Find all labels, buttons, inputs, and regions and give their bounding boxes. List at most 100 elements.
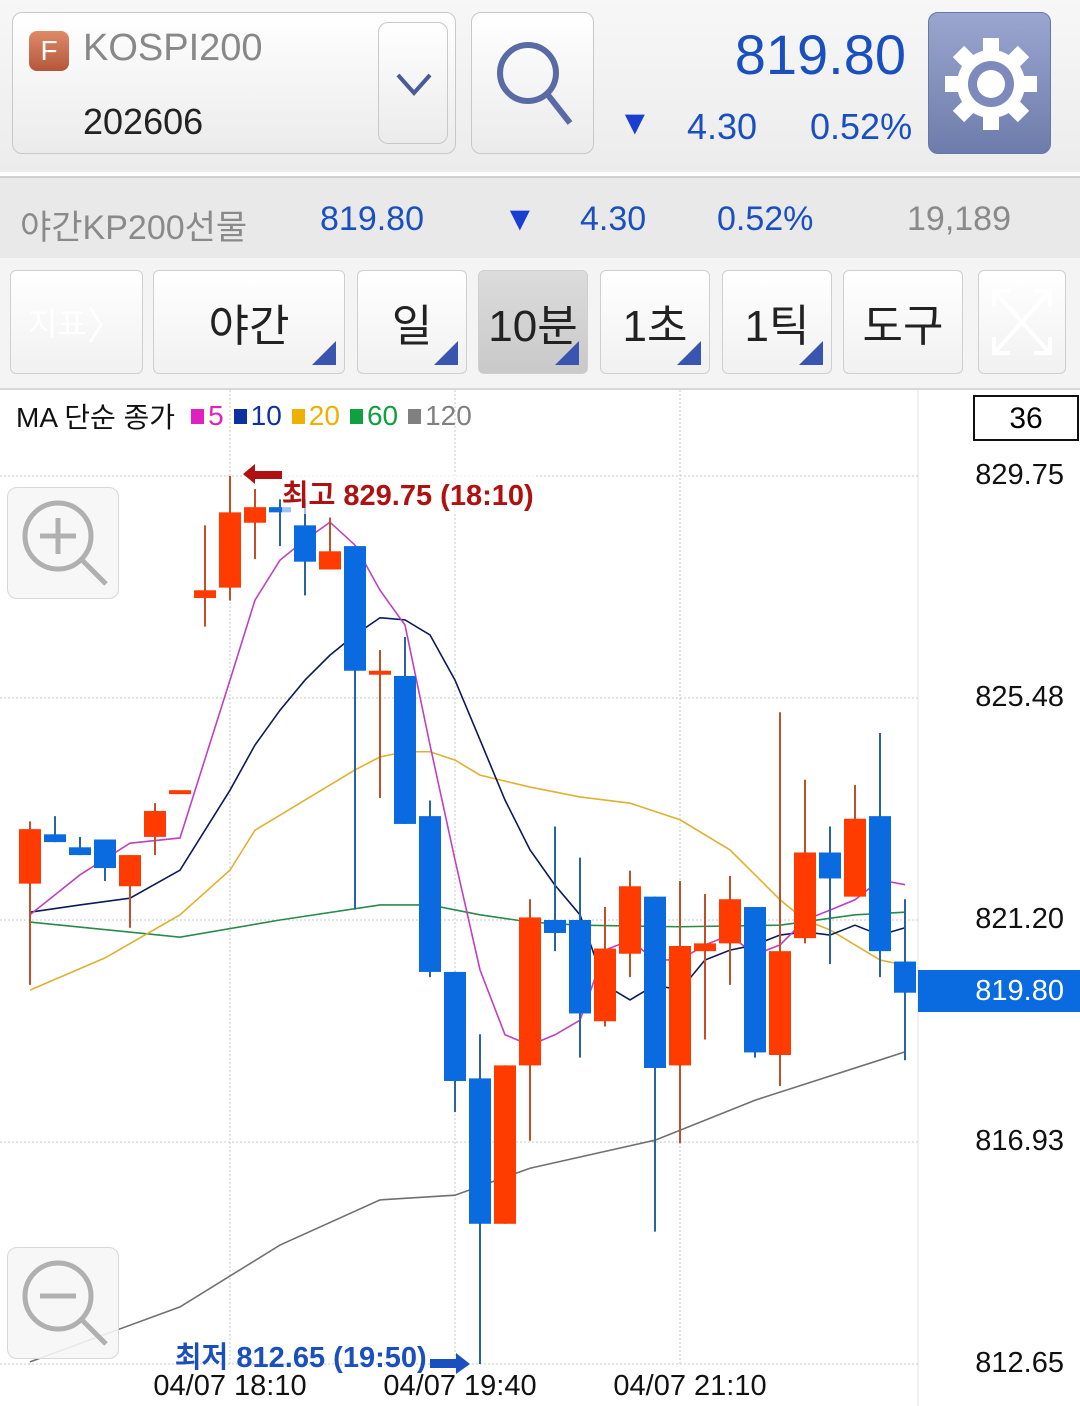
zoom-in-icon: [22, 500, 108, 586]
summary-change-pct: 0.52%: [717, 200, 814, 238]
candle-down: [94, 839, 116, 869]
candle-up: [169, 790, 191, 795]
tab-1sec[interactable]: 1초: [600, 270, 710, 374]
contract-month: 202606: [83, 101, 204, 142]
tab-night[interactable]: 야간: [153, 270, 345, 374]
candle-up: [369, 670, 391, 675]
candle-up: [19, 829, 41, 884]
candle-up: [319, 551, 341, 570]
high-price-label: 최고 829.75 (18:10): [282, 472, 534, 514]
dropdown-corner-icon: [799, 341, 823, 365]
candle-up: [694, 943, 716, 952]
candle-down: [869, 816, 891, 952]
tab-10min[interactable]: 10분: [478, 270, 588, 374]
price-change: 4.30: [687, 106, 758, 147]
expand-icon: [992, 289, 1052, 355]
instrument-name: 야간KP200선물: [20, 209, 248, 247]
candle-down: [444, 971, 466, 1081]
legend-ma60: 60: [366, 400, 399, 431]
down-arrow-icon: ▼: [503, 200, 537, 238]
candle-down: [419, 816, 441, 972]
dropdown-corner-icon: [434, 341, 458, 365]
indicator-button[interactable]: 지표 〉: [10, 270, 143, 374]
candle-up: [619, 886, 641, 954]
legend-swatch: [233, 408, 247, 424]
search-button[interactable]: [471, 12, 594, 154]
x-tick: 04/07 18:10: [153, 1370, 307, 1402]
candle-down: [819, 852, 841, 879]
candle-up: [194, 590, 216, 599]
candle-down: [469, 1078, 491, 1224]
high-arrow-icon: [243, 464, 282, 484]
candle-up: [244, 507, 266, 523]
quote-summary-bar: 야간KP200선물 819.80 ▼ 4.30 0.52% 19,189: [0, 176, 1080, 258]
summary-price: 819.80: [320, 200, 424, 238]
x-tick: 04/07 21:10: [613, 1370, 767, 1402]
candle-up: [119, 855, 141, 887]
legend-swatch: [349, 408, 363, 424]
candle-down: [744, 907, 766, 1053]
legend-swatch: [291, 408, 305, 424]
settings-button[interactable]: [928, 12, 1051, 154]
candle-down: [544, 920, 566, 933]
zoom-out-button[interactable]: [7, 1247, 119, 1359]
symbol-selector[interactable]: F KOSPI200 202606: [12, 12, 456, 154]
tools-button[interactable]: 도구: [843, 270, 963, 374]
candle-up: [794, 852, 816, 939]
futures-badge-icon: F: [29, 31, 69, 71]
current-price-marker: 819.80: [918, 970, 1080, 1012]
ma120-line: [29, 1051, 906, 1363]
dropdown-corner-icon: [312, 341, 336, 365]
legend-ma5: 5: [208, 400, 224, 431]
legend-swatch: [408, 408, 422, 424]
y-tick: 812.65: [975, 1347, 1064, 1379]
gear-icon: [945, 38, 1037, 130]
ma-legend: MA 단순 종가 5 10 20 60 120: [16, 396, 472, 436]
down-arrow-icon: ▼: [618, 104, 652, 142]
symbol-name: KOSPI200: [83, 27, 263, 69]
candle-up: [594, 948, 616, 1022]
indicator-label: 지표: [28, 306, 87, 342]
tab-1tick[interactable]: 1틱: [722, 270, 832, 374]
legend-ma10: 10: [250, 400, 282, 431]
ma60-line: [29, 904, 906, 938]
search-icon: [497, 42, 573, 125]
legend-title: MA 단순 종가: [16, 402, 176, 433]
candle-up: [769, 951, 791, 1056]
candle-down: [44, 834, 66, 843]
ma10-line: [29, 616, 906, 1001]
summary-volume: 19,189: [907, 200, 1011, 238]
tab-day[interactable]: 일: [357, 270, 467, 374]
candle-down: [569, 920, 591, 1014]
candle-up: [669, 945, 691, 1066]
header: F KOSPI200 202606 819.80 ▼ 4.30 0.52%: [0, 0, 1080, 172]
candle-down: [644, 896, 666, 1068]
fullscreen-button[interactable]: [978, 270, 1066, 374]
candle-down: [294, 525, 316, 562]
y-tick: 821.20: [975, 903, 1064, 935]
legend-ma20: 20: [308, 400, 340, 431]
summary-change: 4.30: [580, 200, 647, 238]
chevron-right-icon: 〉: [86, 305, 125, 348]
zoom-in-button[interactable]: [7, 487, 119, 599]
dropdown-corner-icon: [555, 341, 579, 365]
zoom-out-icon: [22, 1260, 108, 1346]
x-tick: 04/07 19:40: [383, 1370, 537, 1402]
candle-up: [494, 1065, 516, 1224]
ma5-line: [29, 521, 906, 1047]
candle-up: [719, 899, 741, 944]
symbol-dropdown-button[interactable]: [378, 22, 448, 144]
ma20-line: [29, 750, 906, 991]
legend-swatch: [191, 408, 205, 424]
y-tick: 829.75: [975, 459, 1064, 491]
visible-count-box[interactable]: 36: [973, 395, 1079, 441]
candle-up: [844, 818, 866, 897]
candle-up: [219, 512, 241, 588]
current-price: 819.80: [734, 23, 906, 86]
tools-label: 도구: [862, 302, 944, 351]
legend-ma120: 120: [425, 400, 472, 431]
candle-up: [144, 810, 166, 837]
y-tick: 816.93: [975, 1125, 1064, 1157]
chart-toolbar: 지표 〉 야간 일 10분 1초 1틱 도구: [0, 258, 1080, 390]
candle-down: [394, 675, 416, 824]
